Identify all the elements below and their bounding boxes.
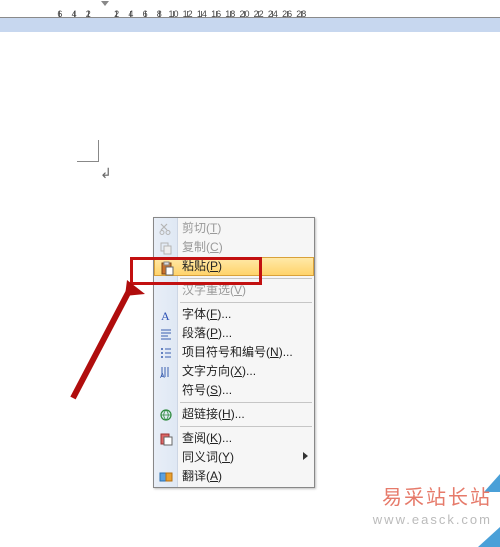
menu-item-lookup[interactable]: 查阅(K)...: [154, 429, 314, 448]
menu-separator: [180, 426, 312, 427]
bullets-icon: [158, 345, 174, 361]
hyperlink-icon: [158, 407, 174, 423]
watermark-url: www.easck.com: [373, 512, 492, 527]
lookup-icon: [158, 431, 174, 447]
paragraph-icon: [158, 326, 174, 342]
menu-item-cut[interactable]: 剪切(T): [154, 219, 314, 238]
menu-separator: [180, 302, 312, 303]
menu-item-text-direction[interactable]: A 文字方向(X)...: [154, 362, 314, 381]
menu-separator: [180, 278, 312, 279]
decoration-triangle: [478, 527, 500, 547]
menu-item-hyperlink[interactable]: 超链接(H)...: [154, 405, 314, 424]
horizontal-ruler[interactable]: 642246810121416182022242628: [0, 0, 500, 18]
watermark-title: 易采站长站: [373, 481, 492, 510]
context-menu: 剪切(T) 复制(C) 粘贴(P) 汉字重选(V) A 字体(F)... 段落(…: [153, 217, 315, 488]
indent-marker[interactable]: [98, 0, 112, 18]
page-margin-corner: [77, 140, 99, 162]
submenu-arrow-icon: [303, 452, 308, 460]
text-direction-icon: A: [158, 364, 174, 380]
menu-item-symbol[interactable]: 符号(S)...: [154, 381, 314, 400]
menu-item-synonym[interactable]: 同义词(Y): [154, 448, 314, 467]
watermark: 易采站长站 www.easck.com: [373, 481, 492, 527]
menu-item-translate[interactable]: 翻译(A): [154, 467, 314, 486]
document-background-strip: [0, 18, 500, 32]
menu-item-bullets[interactable]: 项目符号和编号(N)...: [154, 343, 314, 362]
translate-icon: [158, 469, 174, 485]
menu-item-font[interactable]: A 字体(F)...: [154, 305, 314, 324]
menu-item-paragraph[interactable]: 段落(P)...: [154, 324, 314, 343]
svg-text:A: A: [161, 309, 170, 322]
copy-icon: [158, 240, 174, 256]
menu-separator: [180, 402, 312, 403]
menu-item-copy[interactable]: 复制(C): [154, 238, 314, 257]
font-icon: A: [158, 307, 174, 323]
cut-icon: [158, 221, 174, 237]
menu-item-paste[interactable]: 粘贴(P): [154, 257, 314, 276]
paragraph-mark: ↲: [100, 165, 112, 182]
paste-icon: [159, 260, 175, 276]
svg-text:A: A: [160, 373, 165, 379]
menu-item-reconvert[interactable]: 汉字重选(V): [154, 281, 314, 300]
